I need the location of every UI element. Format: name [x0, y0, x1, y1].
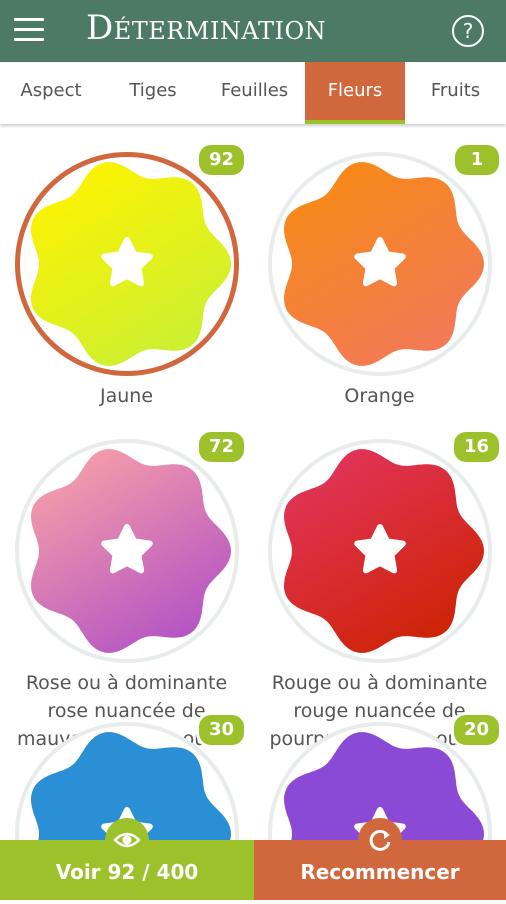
option-label: Orange: [344, 385, 415, 407]
tab-tiges[interactable]: Tiges: [102, 62, 204, 124]
flower-icon: [31, 449, 231, 653]
option-ring[interactable]: [268, 439, 492, 663]
flower-icon: [284, 162, 484, 366]
flower-icon: [31, 162, 231, 366]
menu-button[interactable]: [14, 18, 44, 42]
tab-aspect[interactable]: Aspect: [0, 62, 102, 124]
flower-color-option[interactable]: 1 Orange: [253, 124, 506, 840]
option-ring[interactable]: [15, 439, 239, 663]
flower-icon: [284, 449, 484, 653]
flower-color-option[interactable]: 16 Rouge ou à dominante rouge nuancée de …: [253, 124, 506, 840]
tab-feuilles[interactable]: Feuilles: [204, 62, 305, 124]
tab-fleurs[interactable]: Fleurs: [305, 62, 405, 124]
bottom-bar: Voir 92 / 400 Recommencer: [0, 818, 506, 900]
recommencer-button[interactable]: Recommencer: [254, 818, 506, 900]
hamburger-icon-line: [14, 38, 44, 41]
hamburger-icon-line: [14, 18, 44, 21]
option-label: Rouge ou à dominante rouge nuancée de po…: [269, 672, 490, 778]
page-title: Détermination: [86, 8, 327, 48]
voir-label: Voir 92 / 400: [55, 860, 199, 884]
option-label: Rose ou à dominante rose nuancée de mauv…: [16, 672, 237, 778]
hamburger-icon-line: [14, 28, 44, 31]
count-badge: 1: [452, 142, 502, 178]
flower-color-option[interactable]: 20: [253, 124, 506, 840]
tab-fruits[interactable]: Fruits: [405, 62, 506, 124]
count-badge: 72: [195, 429, 247, 465]
option-ring[interactable]: [15, 152, 239, 376]
voir-results-button[interactable]: Voir 92 / 400: [0, 818, 254, 900]
count-badge: 16: [450, 429, 502, 465]
refresh-icon: [358, 818, 402, 862]
options-grid: 92 Jaune 1 Orange 72 Rose ou à dominante rose…: [0, 124, 506, 840]
recommencer-label: Recommencer: [300, 860, 460, 884]
eye-icon: [105, 818, 149, 862]
count-badge: 92: [195, 142, 247, 178]
flower-color-option[interactable]: 72 Rose ou à dominante rose nuancée de ma…: [0, 124, 253, 840]
flower-color-option[interactable]: 30: [0, 124, 253, 840]
option-label: Jaune: [99, 385, 154, 407]
app-header: Détermination ?: [0, 0, 506, 62]
count-badge: 20: [450, 712, 502, 748]
count-badge: 30: [195, 712, 247, 748]
flower-color-option[interactable]: 92 Jaune: [0, 124, 253, 840]
option-ring[interactable]: [268, 152, 492, 376]
tab-bar: Aspect Tiges Feuilles Fleurs Fruits: [0, 62, 506, 124]
help-icon[interactable]: ?: [452, 15, 484, 47]
